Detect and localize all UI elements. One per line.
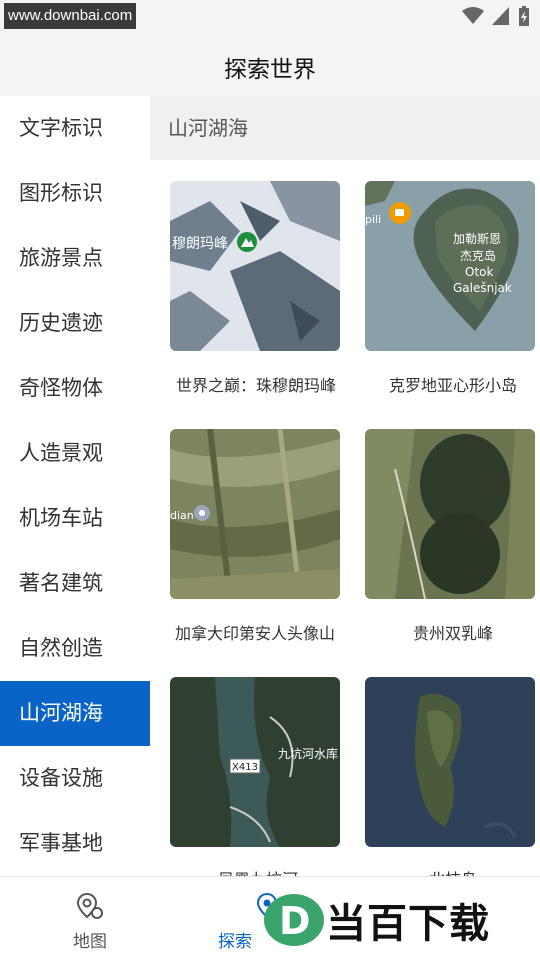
- satellite-image: 穆朗玛峰: [170, 181, 340, 351]
- brand-logo-icon: D: [264, 894, 324, 946]
- place-thumbnail[interactable]: X413 九坑河水库: [165, 672, 345, 852]
- sidebar-item-natural-creations[interactable]: 自然创造: [0, 616, 150, 681]
- svg-text:穆朗玛峰: 穆朗玛峰: [172, 236, 228, 252]
- sidebar-item-historic-sites[interactable]: 历史遗迹: [0, 291, 150, 356]
- place-caption: 加拿大印第安人头像山: [174, 624, 335, 643]
- satellite-image: X413 九坑河水库: [170, 677, 340, 847]
- brand-text: 当百下载: [326, 901, 490, 947]
- place-caption: 贵州双乳峰: [412, 624, 493, 643]
- satellite-image: pili 加勒斯恩 杰克岛 Otok Galešnjak: [365, 181, 535, 351]
- place-thumbnail[interactable]: 穆朗玛峰: [165, 176, 345, 356]
- svg-text:Otok: Otok: [465, 265, 493, 279]
- sidebar-item-strange-objects[interactable]: 奇怪物体: [0, 356, 150, 421]
- sidebar-item-text-signs[interactable]: 文字标识: [0, 96, 150, 161]
- category-sidebar: 文字标识 图形标识 旅游景点 历史遗迹 奇怪物体 人造景观 机场车站 著名建筑 …: [0, 96, 150, 876]
- svg-text:杰克岛: 杰克岛: [460, 248, 496, 263]
- sidebar-item-graphic-signs[interactable]: 图形标识: [0, 161, 150, 226]
- place-caption: 世界之巅：珠穆朗玛峰: [175, 376, 336, 395]
- brand-watermark: D 当百下载: [262, 890, 490, 950]
- svg-text:dian: dian: [170, 509, 194, 522]
- content-panel: 山河湖海 穆朗玛峰 世界之巅：珠穆朗玛峰 pili 加勒斯恩 杰克岛 Otok …: [150, 96, 540, 876]
- svg-text:X413: X413: [232, 762, 258, 773]
- satellite-image: [365, 429, 535, 599]
- sidebar-item-famous-buildings[interactable]: 著名建筑: [0, 551, 150, 616]
- map-pin-icon: [76, 892, 103, 919]
- satellite-image: dian: [170, 429, 340, 599]
- satellite-image: [365, 677, 535, 847]
- place-caption: 凤凰九坑河: [165, 866, 351, 876]
- sidebar-item-facilities[interactable]: 设备设施: [0, 746, 150, 811]
- sidebar-item-military-bases[interactable]: 军事基地: [0, 811, 150, 876]
- svg-text:九坑河水库: 九坑河水库: [278, 746, 338, 761]
- sidebar-item-mountains-rivers[interactable]: 山河湖海: [0, 681, 150, 746]
- section-title: 山河湖海: [150, 96, 540, 160]
- page-title: 探索世界: [224, 57, 316, 83]
- signal-icon: [492, 7, 509, 25]
- sidebar-item-man-made[interactable]: 人造景观: [0, 421, 150, 486]
- place-caption: 克罗地亚心形小岛: [388, 376, 517, 395]
- place-thumbnail[interactable]: dian: [165, 424, 345, 604]
- sidebar-item-airports-stations[interactable]: 机场车站: [0, 486, 150, 551]
- battery-icon: [519, 6, 529, 26]
- sidebar-item-attractions[interactable]: 旅游景点: [0, 226, 150, 291]
- svg-text:Galešnjak: Galešnjak: [453, 281, 512, 295]
- place-thumbnail[interactable]: pili 加勒斯恩 杰克岛 Otok Galešnjak: [360, 176, 540, 356]
- wifi-icon: [462, 7, 484, 24]
- svg-text:D: D: [279, 899, 311, 943]
- status-bar: www.downbai.com: [0, 0, 540, 34]
- title-bar: 探索世界: [0, 34, 540, 96]
- svg-text:pili: pili: [365, 213, 381, 226]
- svg-text:加勒斯恩: 加勒斯恩: [453, 232, 501, 246]
- status-icons: [462, 6, 530, 26]
- place-thumbnail[interactable]: [360, 672, 540, 852]
- place-caption: 北枝岛: [360, 866, 540, 876]
- watermark: www.downbai.com: [4, 3, 137, 29]
- place-thumbnail[interactable]: [360, 424, 540, 604]
